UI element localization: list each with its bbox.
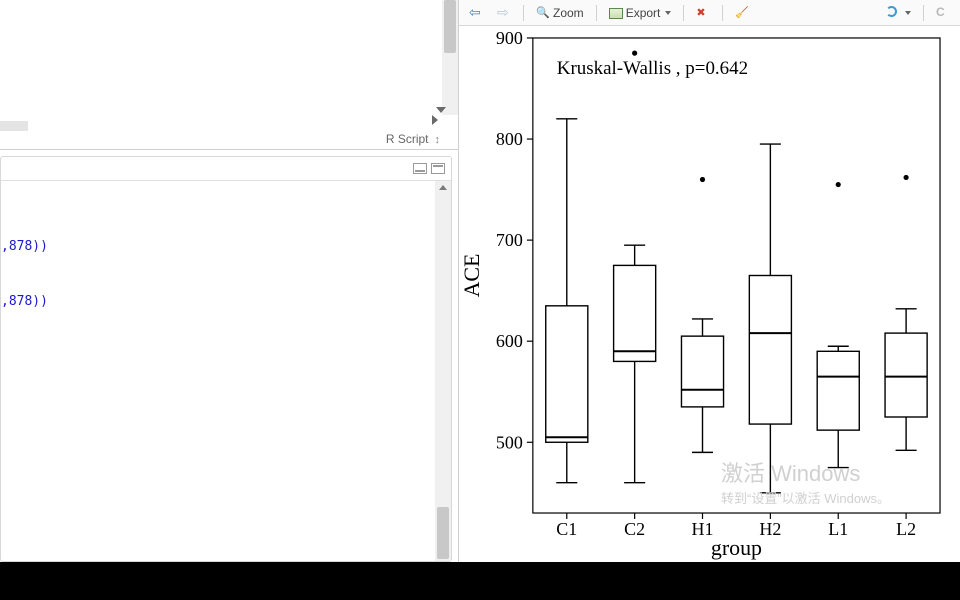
source-editor[interactable]: R Script [0,0,458,150]
collapse-right-icon[interactable] [432,115,438,125]
refresh-button[interactable] [932,4,954,22]
file-type-label: R Script [386,132,429,146]
svg-text:group: group [711,535,762,560]
svg-text:500: 500 [496,432,523,452]
console-line: ,878)) [1,294,451,309]
minimize-pane-icon[interactable] [413,163,427,174]
publish-icon [886,6,900,20]
arrow-left-icon [469,6,483,20]
scroll-up-icon [439,185,447,190]
publish-button[interactable] [882,4,915,22]
plots-pane: Zoom Export 500600700800900C1C2H1H2L1L2g… [458,0,960,562]
zoom-button[interactable]: Zoom [532,4,588,22]
pane-collapse-strip [0,115,458,129]
broom-icon [735,6,749,20]
svg-text:L2: L2 [896,519,916,539]
export-label: Export [626,6,661,20]
editor-scrollbar[interactable] [442,0,458,115]
console-body[interactable]: ,878)) ,878)) [1,181,451,561]
svg-text:H2: H2 [759,519,781,539]
svg-text:ACE: ACE [459,254,484,298]
svg-text:L1: L1 [828,519,848,539]
console-scrollbar[interactable] [435,181,451,561]
svg-text:C2: C2 [624,519,645,539]
file-type-selector[interactable]: R Script [386,129,458,149]
plots-toolbar: Zoom Export [459,0,960,26]
svg-text:800: 800 [496,129,523,149]
svg-text:900: 900 [496,28,523,48]
remove-plot-button[interactable] [692,4,714,22]
export-icon [609,6,623,20]
chevron-down-icon [665,11,671,15]
refresh-icon [936,6,950,20]
export-button[interactable]: Export [605,4,676,22]
zoom-icon [536,6,550,20]
app-root: R Script ,878)) ,878)) [0,0,960,562]
svg-text:600: 600 [496,331,523,351]
pane-drag-handle[interactable] [0,121,28,131]
plot-back-button[interactable] [465,4,487,22]
remove-icon [696,6,710,20]
plot-area: 500600700800900C1C2H1H2L1L2groupACEKrusk… [459,26,960,562]
boxplot-chart: 500600700800900C1C2H1H2L1L2groupACEKrusk… [459,26,960,561]
zoom-label: Zoom [553,6,584,20]
maximize-pane-icon[interactable] [431,163,445,174]
svg-text:700: 700 [496,230,523,250]
clear-plots-button[interactable] [731,4,753,22]
svg-text:Kruskal-Wallis , p=0.642: Kruskal-Wallis , p=0.642 [557,58,748,79]
plot-forward-button[interactable] [493,4,515,22]
svg-text:C1: C1 [556,519,577,539]
collapse-down-icon[interactable] [436,107,446,113]
chevron-down-icon [905,11,911,15]
console-line: ,878)) [1,239,451,254]
arrow-right-icon [497,6,511,20]
console-pane: ,878)) ,878)) [0,156,452,562]
updown-icon [433,132,441,146]
bottom-black-bar [0,562,960,600]
source-console-pane: R Script ,878)) ,878)) [0,0,458,562]
console-toolbar [1,157,451,181]
